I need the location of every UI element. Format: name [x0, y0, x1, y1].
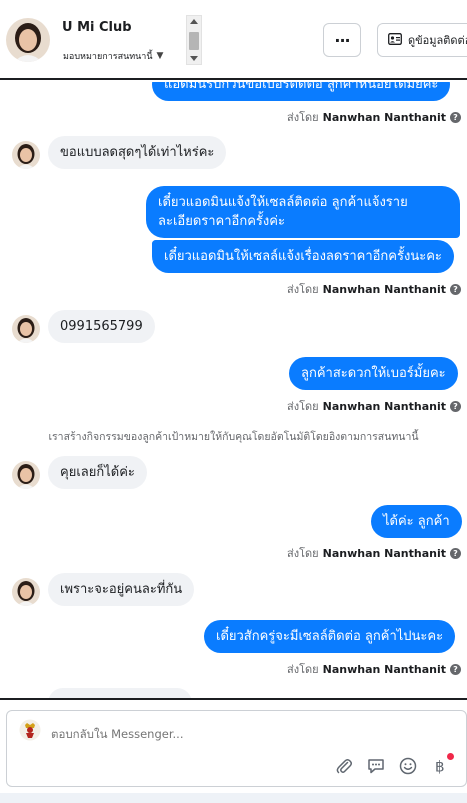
svg-text:฿: ฿ — [435, 758, 445, 776]
reply-composer: ฿ — [0, 698, 467, 793]
reply-input[interactable] — [51, 727, 351, 741]
help-icon[interactable]: ? — [450, 283, 461, 295]
paperclip-icon[interactable] — [335, 757, 353, 775]
header-scrollbar[interactable] — [186, 15, 202, 65]
reply-box[interactable]: ฿ — [6, 710, 467, 787]
outgoing-message[interactable]: เดี๋ยวแอดมินให้เซลล์แจ้งเรื่องลดราคาอีกค… — [152, 240, 454, 273]
sent-by-label: ส่งโดย Nanwhan Nanthanit ? — [287, 280, 461, 298]
contact-avatar[interactable] — [6, 18, 50, 62]
view-contact-info-label: ดูข้อมูลติดต่อ — [408, 34, 467, 47]
outgoing-message[interactable]: แอดมินรบกวนขอเบอร์ติดต่อ ลูกค้าหน่อยได้ม… — [152, 82, 451, 101]
contact-avatar-small[interactable] — [12, 315, 40, 343]
message-text: ขอแบบลดสุดๆได้เท่าไหร่คะ — [60, 145, 215, 160]
contact-card-icon — [388, 32, 402, 48]
message-text: ลูกค้าสะดวกให้เบอร์มั้ยคะ — [301, 366, 446, 381]
notification-dot — [447, 753, 454, 760]
sent-by-label: ส่งโดย Nanwhan Nanthanit ? — [287, 108, 461, 126]
outgoing-message[interactable]: ลูกค้าสะดวกให้เบอร์มั้ยคะ — [289, 357, 458, 390]
sent-by-prefix: ส่งโดย — [287, 547, 319, 560]
sender-name: Nanwhan Nanthanit — [322, 282, 446, 296]
incoming-message[interactable]: 0991565799 — [48, 310, 155, 343]
contact-name: U Mi Club — [62, 20, 132, 35]
sent-by-prefix: ส่งโดย — [287, 111, 319, 124]
contact-avatar-small[interactable] — [12, 461, 40, 489]
more-options-button[interactable]: ··· — [323, 23, 361, 57]
chat-bubble-icon[interactable] — [367, 757, 385, 775]
sent-by-prefix: ส่งโดย — [287, 663, 319, 676]
message-text: เดี๋ยวแอดมินแจ้งให้เซลล์ติดต่อ ลูกค้าแจ้… — [158, 195, 408, 229]
help-icon[interactable]: ? — [450, 111, 461, 123]
scroll-up-arrow-icon[interactable] — [190, 19, 198, 24]
sender-name: Nanwhan Nanthanit — [322, 662, 446, 676]
sent-by-label: ส่งโดย Nanwhan Nanthanit ? — [287, 397, 461, 415]
assign-conversation-dropdown[interactable]: มอบหมายการสนทนานี้ ▼ — [63, 49, 163, 63]
help-icon[interactable]: ? — [450, 400, 461, 412]
caret-down-icon: ▼ — [156, 51, 164, 61]
sender-name: Nanwhan Nanthanit — [322, 110, 446, 124]
system-note: เราสร้างกิจกรรมของลูกค้าเป้าหมายให้กับคุ… — [48, 431, 419, 443]
message-text: เพราะจะอยู่คนละที่กัน — [60, 582, 183, 597]
conversation-header: U Mi Club มอบหมายการสนทนานี้ ▼ ··· ดูข้อ… — [0, 0, 467, 80]
incoming-message[interactable]: ขอแบบลดสุดๆได้เท่าไหร่คะ — [48, 136, 227, 169]
message-text: 0991565799 — [60, 319, 143, 334]
message-thread[interactable]: แอดมินรบกวนขอเบอร์ติดต่อ ลูกค้าหน่อยได้ม… — [0, 82, 467, 698]
sent-by-prefix: ส่งโดย — [287, 283, 319, 296]
incoming-message[interactable]: คุยเลยก็ได้ค่ะ — [48, 456, 147, 489]
baht-icon[interactable]: ฿ — [431, 757, 449, 776]
message-text: เดี๋ยวแอดมินให้เซลล์แจ้งเรื่องลดราคาอีกค… — [164, 249, 442, 264]
bottom-strip — [0, 793, 467, 803]
sent-by-label: ส่งโดย Nanwhan Nanthanit ? — [287, 660, 461, 678]
assign-label: มอบหมายการสนทนานี้ — [63, 52, 153, 62]
help-icon[interactable]: ? — [450, 547, 461, 559]
incoming-message[interactable]: เพราะจะอยู่คนละที่กัน — [48, 573, 195, 606]
sent-by-prefix: ส่งโดย — [287, 400, 319, 413]
outgoing-message[interactable]: เดี๋ยวสักครู่จะมีเซลล์ติดต่อ ลูกค้าไปนะค… — [204, 620, 456, 653]
contact-avatar-small[interactable] — [12, 141, 40, 169]
scroll-down-arrow-icon[interactable] — [190, 56, 198, 61]
sent-by-label: ส่งโดย Nanwhan Nanthanit ? — [287, 544, 461, 562]
composer-toolbar: ฿ — [335, 757, 449, 775]
scroll-thumb[interactable] — [189, 32, 199, 50]
message-text: แอดมินรบกวนขอเบอร์ติดต่อ ลูกค้าหน่อยได้ม… — [164, 82, 439, 92]
sender-name: Nanwhan Nanthanit — [322, 546, 446, 560]
help-icon[interactable]: ? — [450, 663, 461, 675]
page-avatar-icon — [19, 719, 41, 741]
smiley-icon[interactable] — [399, 757, 417, 775]
ellipsis-icon: ··· — [334, 30, 350, 50]
outgoing-message[interactable]: เดี๋ยวแอดมินแจ้งให้เซลล์ติดต่อ ลูกค้าแจ้… — [146, 186, 460, 238]
incoming-message-partial[interactable] — [48, 688, 192, 698]
sender-name: Nanwhan Nanthanit — [322, 399, 446, 413]
view-contact-info-button[interactable]: ดูข้อมูลติดต่อ — [377, 23, 467, 57]
message-text: คุยเลยก็ได้ค่ะ — [60, 465, 135, 480]
contact-avatar-small[interactable] — [12, 578, 40, 606]
outgoing-message[interactable]: ได้ค่ะ ลูกค้า — [371, 505, 462, 538]
message-text: ได้ค่ะ ลูกค้า — [383, 514, 450, 529]
message-text: เดี๋ยวสักครู่จะมีเซลล์ติดต่อ ลูกค้าไปนะค… — [216, 629, 444, 644]
